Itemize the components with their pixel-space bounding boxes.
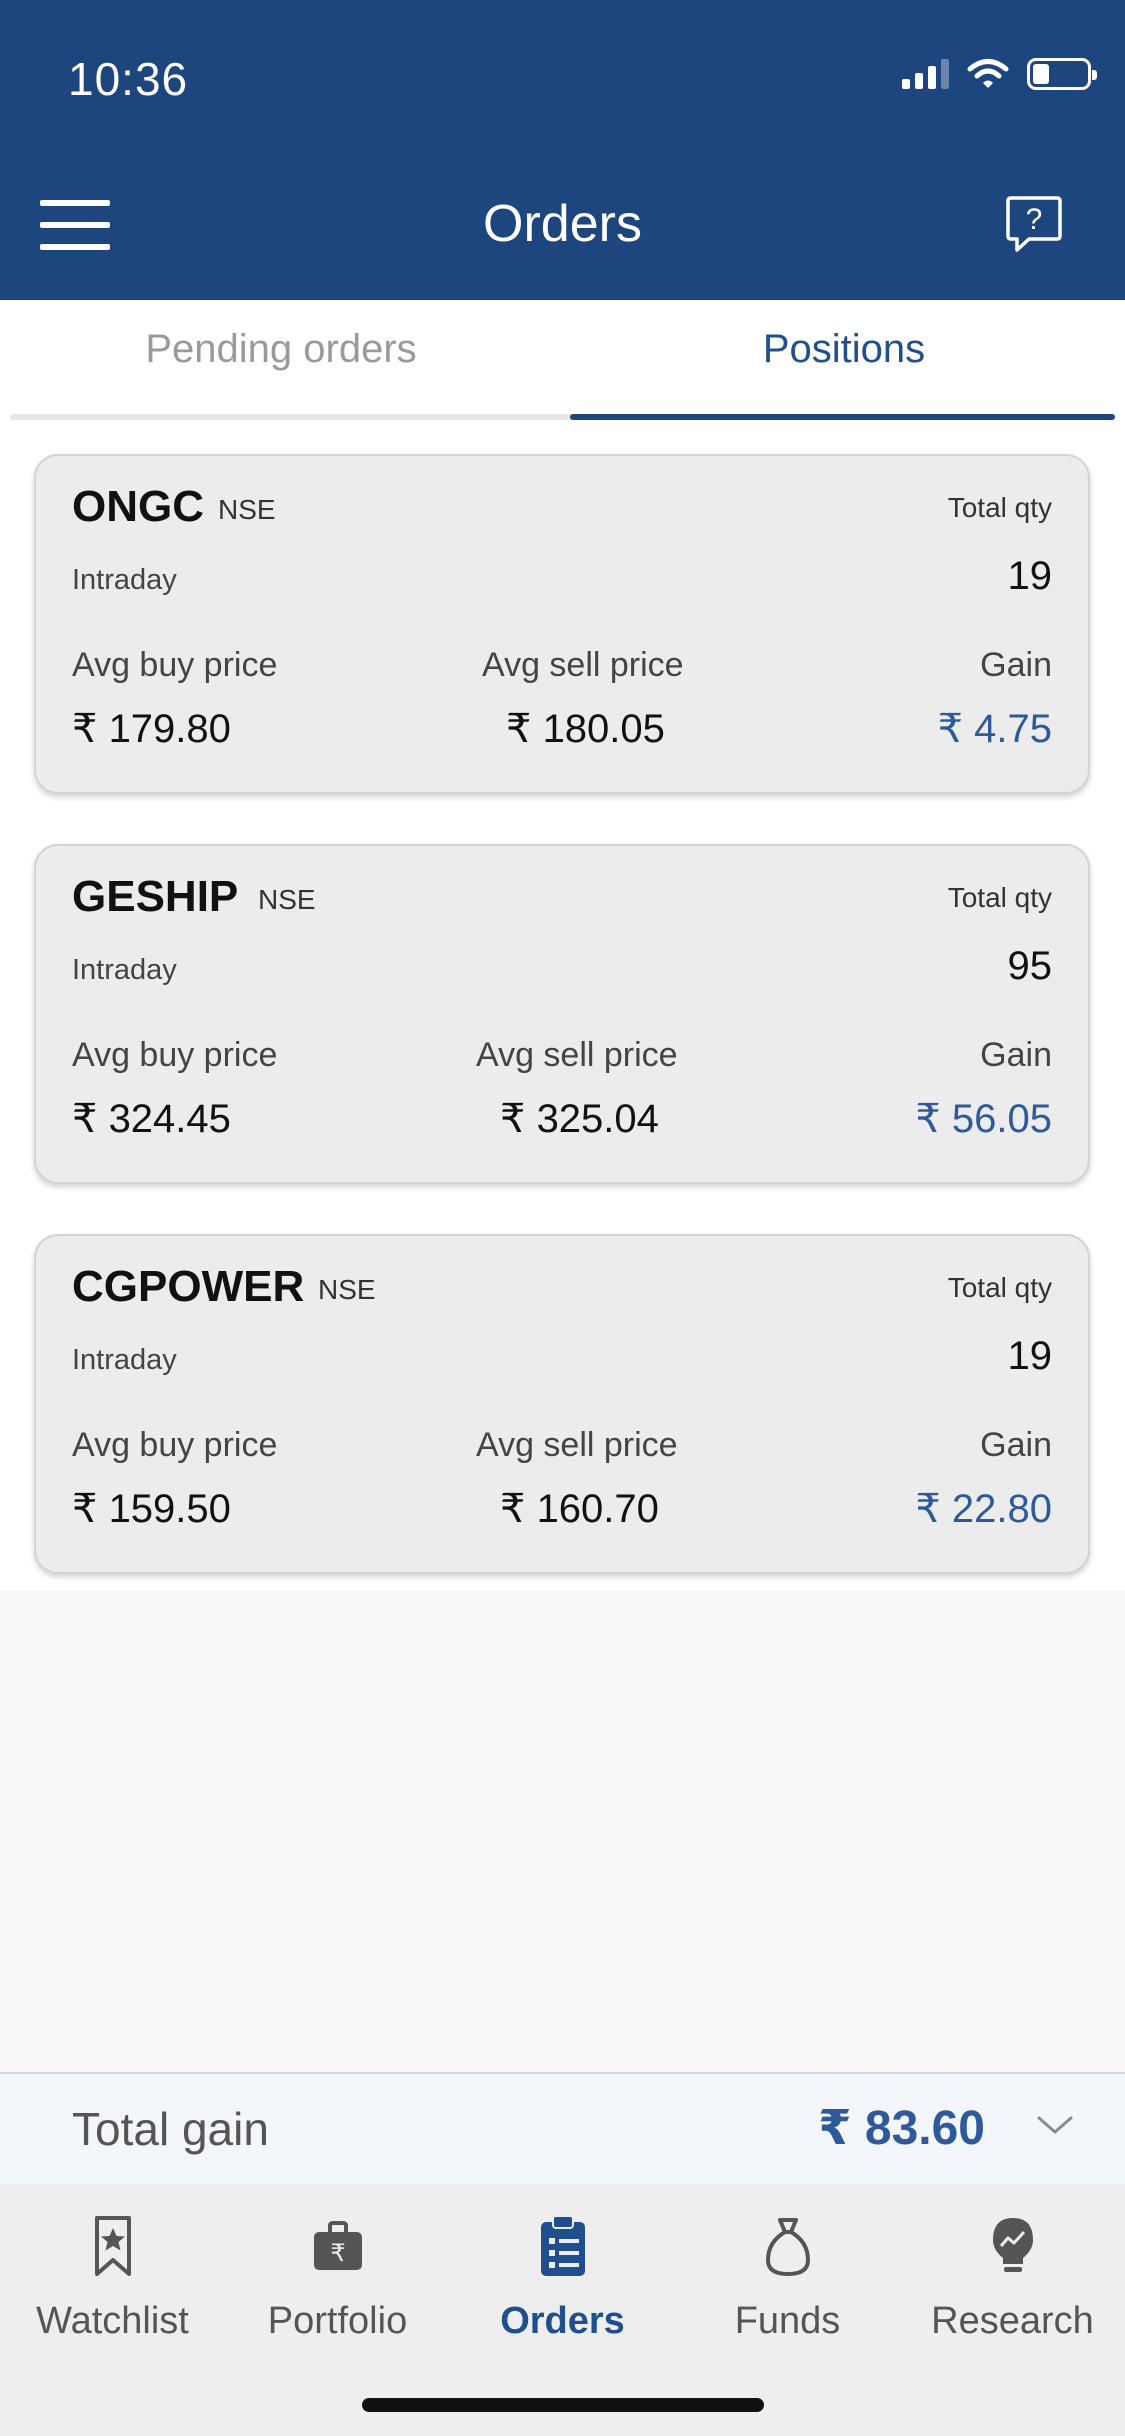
clipboard-list-icon <box>540 2215 585 2276</box>
position-exchange: NSE <box>318 1274 376 1305</box>
avg-buy-label: Avg buy price <box>72 646 278 684</box>
total-qty-label: Total qty <box>947 1272 1052 1303</box>
money-bag-icon <box>765 2218 810 2276</box>
nav-label: Orders <box>500 2300 625 2342</box>
tab-positions[interactable]: Positions <box>563 300 1125 420</box>
product-type: Intraday <box>72 954 177 986</box>
avg-sell-value: ₹ 160.70 <box>500 1487 659 1531</box>
product-type: Intraday <box>72 1344 177 1376</box>
tab-pending-orders[interactable]: Pending orders <box>0 300 562 420</box>
total-qty-label: Total qty <box>947 882 1052 913</box>
position-exchange: NSE <box>258 884 316 915</box>
position-card[interactable]: CGPOWER NSE Total qty Intraday 19 Avg bu… <box>34 1234 1090 1574</box>
gain-value: ₹ 4.75 <box>937 707 1052 751</box>
briefcase-rupee-icon: ₹ <box>313 2221 362 2270</box>
avg-sell-label: Avg sell price <box>476 1036 678 1074</box>
help-icon[interactable]: ? <box>1005 194 1063 254</box>
avg-buy-label: Avg buy price <box>72 1426 278 1464</box>
avg-sell-label: Avg sell price <box>476 1426 678 1464</box>
nav-orders[interactable]: Orders <box>450 2212 675 2343</box>
gain-value: ₹ 22.80 <box>915 1487 1052 1531</box>
home-indicator[interactable] <box>362 2398 764 2412</box>
cellular-signal-icon <box>902 59 949 89</box>
position-card[interactable]: ONGC NSE Total qty Intraday 19 Avg buy p… <box>34 454 1090 794</box>
status-icons <box>902 58 1097 90</box>
page-title: Orders <box>483 195 642 253</box>
gain-label: Gain <box>980 1426 1052 1464</box>
gain-value: ₹ 56.05 <box>915 1097 1052 1141</box>
total-qty-value: 19 <box>1007 1334 1053 1378</box>
gain-label: Gain <box>980 1036 1052 1074</box>
position-card[interactable]: GESHIP NSE Total qty Intraday 95 Avg buy… <box>34 844 1090 1184</box>
nav-portfolio[interactable]: ₹ Portfolio <box>225 2212 450 2343</box>
total-qty-value: 95 <box>1007 944 1053 988</box>
chevron-down-icon[interactable] <box>1035 2110 1075 2140</box>
nav-funds[interactable]: Funds <box>675 2212 900 2343</box>
avg-buy-value: ₹ 324.45 <box>72 1097 231 1141</box>
order-tabs: Pending orders Positions <box>0 300 1125 420</box>
nav-label: Portfolio <box>267 2300 408 2342</box>
avg-sell-value: ₹ 180.05 <box>506 707 665 751</box>
avg-buy-label: Avg buy price <box>72 1036 278 1074</box>
avg-buy-value: ₹ 179.80 <box>72 707 231 751</box>
svg-text:?: ? <box>1026 203 1043 236</box>
nav-label: Funds <box>734 2300 841 2342</box>
position-exchange: NSE <box>218 494 276 525</box>
position-symbol: ONGC <box>72 482 204 531</box>
avg-buy-value: ₹ 159.50 <box>72 1487 231 1531</box>
position-symbol: CGPOWER <box>72 1262 305 1311</box>
total-gain-value: ₹ 83.60 <box>818 2102 985 2155</box>
battery-icon <box>1027 58 1097 90</box>
avg-sell-label: Avg sell price <box>482 646 684 684</box>
lightbulb-chart-icon <box>992 2218 1033 2272</box>
svg-text:₹: ₹ <box>330 2239 345 2267</box>
position-symbol: GESHIP <box>72 872 239 921</box>
positions-list: ONGC NSE Total qty Intraday 19 Avg buy p… <box>0 420 1125 1590</box>
nav-research[interactable]: Research <box>900 2212 1125 2343</box>
total-qty-value: 19 <box>1007 554 1053 598</box>
total-gain-bar[interactable]: Total gain ₹ 83.60 <box>0 2072 1125 2184</box>
wifi-icon <box>967 59 1009 88</box>
nav-label: Watchlist <box>36 2300 189 2342</box>
status-time: 10:36 <box>68 53 189 105</box>
gain-label: Gain <box>980 646 1052 684</box>
product-type: Intraday <box>72 564 177 596</box>
app-header: 10:36 Orders ? <box>0 0 1125 300</box>
nav-label: Research <box>931 2300 1094 2342</box>
avg-sell-value: ₹ 325.04 <box>500 1097 659 1141</box>
bookmark-star-icon <box>94 2216 131 2276</box>
total-qty-label: Total qty <box>947 492 1052 523</box>
total-gain-label: Total gain <box>72 2103 269 2155</box>
nav-watchlist[interactable]: Watchlist <box>0 2212 225 2343</box>
